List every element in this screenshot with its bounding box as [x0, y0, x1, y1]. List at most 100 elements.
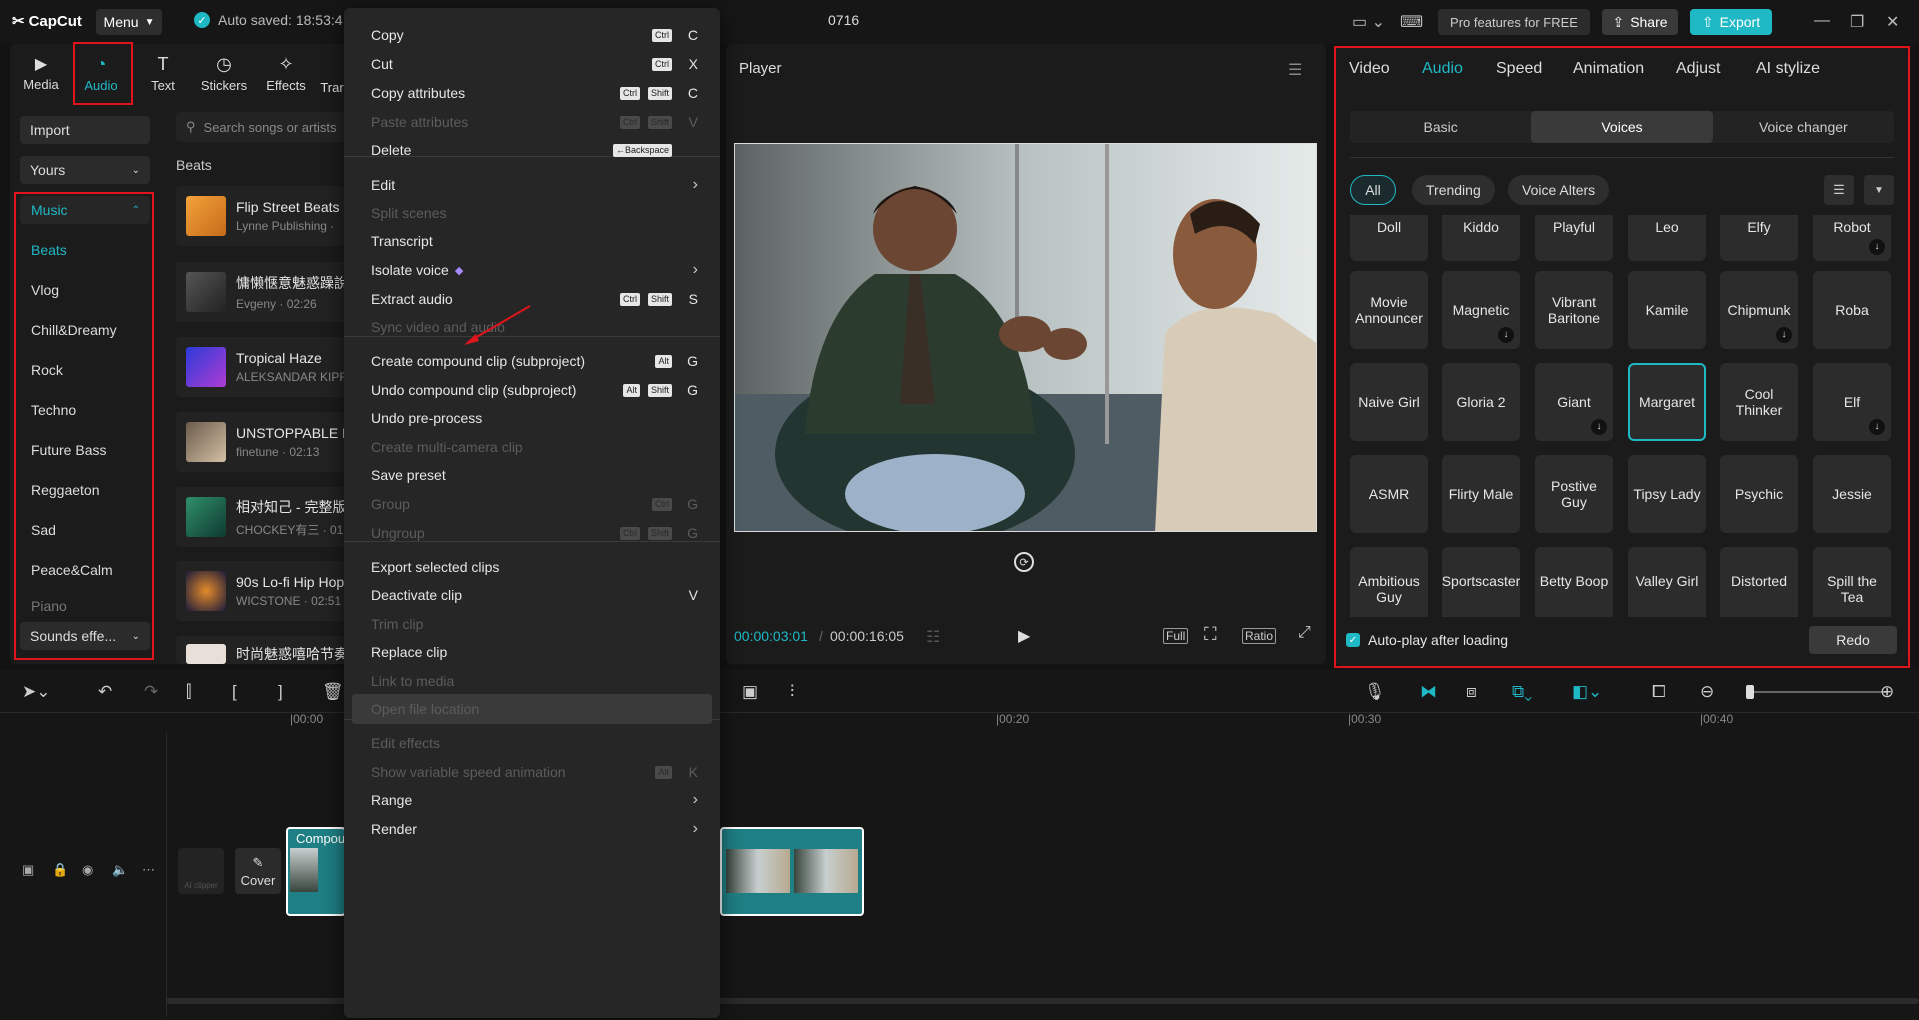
voice-card-postive-guy[interactable]: Postive Guy	[1535, 455, 1613, 533]
category-beats[interactable]: Beats	[20, 230, 150, 270]
song-item[interactable]: 时尚魅惑嘻哈节奏	[176, 636, 346, 664]
menu-item-undo-compound-clip-subproject[interactable]: Undo compound clip (subproject) Alt Shift G	[344, 375, 720, 405]
voice-card-elf[interactable]: Elf ↓	[1813, 363, 1891, 441]
song-item[interactable]: 慵懒惬意魅惑躁說 Evgeny · 02:26	[176, 262, 348, 322]
voice-card-margaret[interactable]: Margaret	[1628, 363, 1706, 441]
yours-dropdown[interactable]: Yours ⌄	[20, 156, 150, 184]
lock-icon[interactable]: 🔒	[52, 862, 68, 878]
voice-card-flirty-male[interactable]: Flirty Male	[1442, 455, 1520, 533]
cover-button[interactable]: ✎ Cover	[235, 848, 281, 894]
voice-card-cool-thinker[interactable]: Cool Thinker	[1720, 363, 1798, 441]
expand-down-icon[interactable]: ▼	[1864, 175, 1894, 205]
voice-card-asmr[interactable]: ASMR	[1350, 455, 1428, 533]
audio-split-icon[interactable]: ⫶	[790, 682, 794, 702]
menu-item-deactivate-clip[interactable]: Deactivate clip V	[344, 580, 720, 610]
link-icon[interactable]: ⧉⌄	[1512, 682, 1532, 702]
export-button[interactable]: ⇧ Export	[1690, 9, 1772, 35]
voice-card-movie-announcer[interactable]: Movie Announcer	[1350, 271, 1428, 349]
player-menu-icon[interactable]: ☰	[1288, 60, 1302, 80]
voice-card-vibrant-baritone[interactable]: Vibrant Baritone	[1535, 271, 1613, 349]
tab-ai-stylize[interactable]: AI stylize	[1756, 60, 1820, 78]
full-button[interactable]: Full	[1163, 628, 1189, 644]
download-icon[interactable]: ↓	[1869, 419, 1885, 435]
category-future-bass[interactable]: Future Bass	[20, 430, 150, 470]
smart-cut-icon[interactable]: ▣	[742, 682, 758, 702]
category-sad[interactable]: Sad	[20, 510, 150, 550]
layout-icon[interactable]: ▭ ⌄	[1352, 12, 1385, 32]
menu-button[interactable]: Menu ▼	[96, 9, 162, 35]
autoplay-toggle[interactable]: ✓ Auto-play after loading	[1346, 632, 1508, 648]
voice-card-valley-girl[interactable]: Valley Girl	[1628, 547, 1706, 617]
voice-card-leo[interactable]: Leo	[1628, 215, 1706, 261]
checkbox-checked-icon[interactable]: ✓	[1346, 633, 1360, 647]
split-left-icon[interactable]: [	[232, 682, 237, 702]
category-music[interactable]: Music ⌃	[20, 196, 150, 224]
tab-effects[interactable]: ✧ Effects	[256, 48, 316, 98]
menu-item-render[interactable]: Render ›	[344, 814, 720, 844]
zoom-out-icon[interactable]: ⊖	[1700, 682, 1714, 702]
video-preview[interactable]	[734, 143, 1317, 532]
timeline-clip-compound-right[interactable]	[720, 827, 864, 916]
select-cursor-icon[interactable]: ➤⌄	[22, 682, 51, 702]
tab-video[interactable]: Video	[1349, 60, 1390, 78]
fit-timeline-icon[interactable]: ⧠	[1652, 682, 1666, 702]
voice-card-giant[interactable]: Giant ↓	[1535, 363, 1613, 441]
voice-card-robot[interactable]: Robot ↓	[1813, 215, 1891, 261]
split-right-icon[interactable]: ]	[278, 682, 283, 702]
pro-features-button[interactable]: Pro features for FREE	[1438, 9, 1590, 35]
undo-icon[interactable]: ↶	[98, 682, 112, 702]
menu-item-transcript[interactable]: Transcript	[344, 226, 720, 256]
category-piano[interactable]: Piano	[20, 590, 150, 614]
menu-item-copy-attributes[interactable]: Copy attributes Ctrl Shift C	[344, 78, 720, 108]
close-icon[interactable]: ✕	[1886, 12, 1899, 32]
main-track-magnet-icon[interactable]: ⧓	[1420, 682, 1437, 702]
delete-icon[interactable]: 🗑	[322, 682, 344, 702]
song-item[interactable]: 90s Lo-fi Hip Hop WICSTONE · 02:51	[176, 561, 346, 621]
menu-item-replace-clip[interactable]: Replace clip	[344, 637, 720, 667]
waveform-grid-icon[interactable]: ☷	[926, 627, 940, 647]
menu-item-delete[interactable]: Delete ←Backspace	[344, 135, 720, 165]
tab-audio[interactable]: ◔ Audio	[71, 48, 131, 98]
voice-card-distorted[interactable]: Distorted	[1720, 547, 1798, 617]
rotate-icon[interactable]: ⟳	[1014, 552, 1034, 572]
voice-card-magnetic[interactable]: Magnetic ↓	[1442, 271, 1520, 349]
microphone-icon[interactable]: 🎙	[1364, 682, 1386, 702]
screenshot-icon[interactable]: ⛶	[1204, 624, 1217, 645]
voice-card-betty-boop[interactable]: Betty Boop	[1535, 547, 1613, 617]
menu-item-export-selected-clips[interactable]: Export selected clips	[344, 552, 720, 582]
tab-animation[interactable]: Animation	[1573, 60, 1644, 78]
voice-card-spill-the-tea[interactable]: Spill the Tea	[1813, 547, 1891, 617]
tab-speed[interactable]: Speed	[1496, 60, 1542, 78]
tab-media[interactable]: ▶ Media	[11, 48, 71, 98]
redo-icon[interactable]: ↷	[144, 682, 158, 702]
minimize-icon[interactable]: —	[1814, 12, 1830, 30]
menu-item-save-preset[interactable]: Save preset	[344, 460, 720, 490]
menu-item-range[interactable]: Range ›	[344, 785, 720, 815]
category-peace-calm[interactable]: Peace&Calm	[20, 550, 150, 590]
subtab-basic[interactable]: Basic	[1350, 111, 1531, 143]
download-icon[interactable]: ↓	[1591, 419, 1607, 435]
import-button[interactable]: Import	[20, 116, 150, 144]
voice-card-psychic[interactable]: Psychic	[1720, 455, 1798, 533]
zoom-in-icon[interactable]: ⊕	[1880, 682, 1894, 702]
redo-button[interactable]: Redo	[1809, 626, 1897, 654]
keyboard-icon[interactable]: ⌨	[1400, 12, 1423, 32]
menu-item-isolate-voice[interactable]: Isolate voice ◆ ›	[344, 255, 720, 285]
tab-stickers[interactable]: ◷ Stickers	[194, 48, 254, 98]
zoom-slider-handle[interactable]	[1746, 685, 1754, 699]
category-reggaeton[interactable]: Reggaeton	[20, 470, 150, 510]
tab-text[interactable]: T Text	[133, 48, 193, 98]
download-icon[interactable]: ↓	[1498, 327, 1514, 343]
voice-card-roba[interactable]: Roba	[1813, 271, 1891, 349]
voice-card-elfy[interactable]: Elfy	[1720, 215, 1798, 261]
voice-card-jessie[interactable]: Jessie	[1813, 455, 1891, 533]
voice-card-sportscaster[interactable]: Sportscaster	[1442, 547, 1520, 617]
timeline-clip-compound[interactable]: Compou	[286, 827, 346, 916]
menu-item-create-compound-clip-subproject[interactable]: Create compound clip (subproject) Alt G	[344, 346, 720, 376]
split-icon[interactable]: ⫿	[186, 682, 191, 702]
song-item[interactable]: 相对知己 - 完整版 CHOCKEY有三 · 01	[176, 487, 346, 547]
subtab-voice-changer[interactable]: Voice changer	[1713, 111, 1894, 143]
chip-all[interactable]: All	[1350, 175, 1396, 205]
category-rock[interactable]: Rock	[20, 350, 150, 390]
ratio-button[interactable]: Ratio	[1242, 628, 1277, 644]
